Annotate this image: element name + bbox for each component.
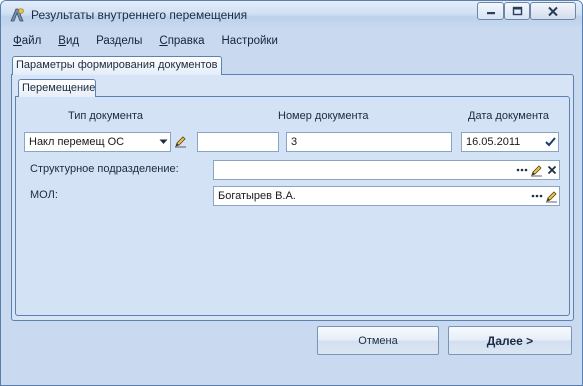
clear-x-icon xyxy=(547,165,556,175)
division-browse-button[interactable] xyxy=(514,162,529,178)
chevron-down-icon xyxy=(159,139,168,144)
main-window: Результаты внутреннего перемещения Файл … xyxy=(0,0,583,386)
menu-view[interactable]: Вид xyxy=(58,35,79,53)
app-icon xyxy=(9,7,25,23)
checkmark-icon xyxy=(545,137,556,147)
division-clear-button[interactable] xyxy=(544,162,559,178)
division-input[interactable] xyxy=(213,160,560,180)
doc-date-value: 16.05.2011 xyxy=(466,136,521,148)
doc-number-label: Номер документа xyxy=(278,110,369,122)
mol-label: МОЛ: xyxy=(30,189,58,201)
maximize-icon xyxy=(512,6,522,16)
menu-file[interactable]: Файл xyxy=(13,35,41,53)
doc-type-edit-button[interactable] xyxy=(173,133,188,149)
close-button[interactable] xyxy=(530,2,576,20)
minimize-icon xyxy=(486,12,495,15)
doc-date-label: Дата документа xyxy=(468,110,550,122)
minimize-button[interactable] xyxy=(477,2,504,20)
menu-sections[interactable]: Разделы xyxy=(96,35,142,53)
doc-number-value: 3 xyxy=(291,136,298,148)
doc-number-input[interactable]: 3 xyxy=(286,132,452,152)
close-icon xyxy=(548,6,558,16)
mol-browse-button[interactable] xyxy=(529,188,544,204)
doc-date-check-button[interactable] xyxy=(543,134,558,150)
menu-settings[interactable]: Настройки xyxy=(222,35,278,53)
doc-type-label: Тип документа xyxy=(68,110,144,122)
tab-transfer[interactable]: Перемещение xyxy=(18,79,96,97)
division-label: Структурное подразделение: xyxy=(30,163,179,175)
menu-bar: Файл Вид Разделы Справка Настройки xyxy=(13,35,295,53)
tab-document-params[interactable]: Параметры формирования документов xyxy=(12,56,222,75)
division-edit-button[interactable] xyxy=(529,162,544,178)
ellipsis-icon xyxy=(516,168,527,172)
next-button[interactable]: Далее > xyxy=(448,326,572,355)
doc-type-value: Накл перемещ ОС xyxy=(29,136,125,148)
pencil-edit-icon xyxy=(546,190,557,202)
ellipsis-icon xyxy=(531,194,542,198)
pencil-edit-icon xyxy=(175,135,186,147)
doc-extra-field[interactable] xyxy=(197,132,279,152)
transfer-panel xyxy=(15,96,570,316)
cancel-button[interactable]: Отмена xyxy=(317,326,439,355)
title-bar[interactable]: Результаты внутреннего перемещения xyxy=(1,1,582,30)
window-title: Результаты внутреннего перемещения xyxy=(31,8,248,22)
doc-type-dropdown-button[interactable] xyxy=(156,134,171,150)
mol-edit-button[interactable] xyxy=(544,188,559,204)
maximize-button[interactable] xyxy=(504,2,530,20)
menu-help[interactable]: Справка xyxy=(159,35,204,53)
doc-type-select[interactable]: Накл перемещ ОС xyxy=(24,132,171,152)
mol-input[interactable]: Богатырев В.А. xyxy=(213,186,560,206)
pencil-edit-icon xyxy=(531,164,542,176)
mol-value: Богатырев В.А. xyxy=(218,190,296,202)
